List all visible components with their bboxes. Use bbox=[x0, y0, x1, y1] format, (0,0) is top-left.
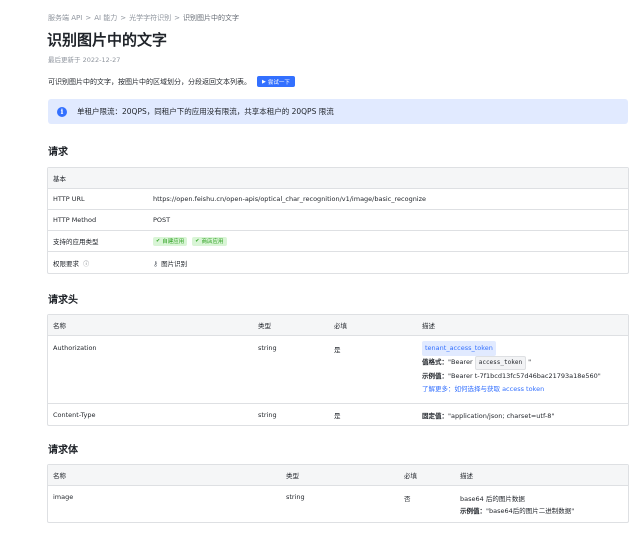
access-token-link[interactable]: 如何选择与获取 access token bbox=[455, 385, 545, 393]
breadcrumb-item[interactable]: 服务端 API bbox=[48, 14, 82, 22]
row-label: HTTP URL bbox=[53, 195, 85, 203]
help-icon[interactable]: ⓘ bbox=[83, 261, 89, 268]
header-description: tenant_access_token 值格式："Bearer access_t… bbox=[417, 336, 601, 403]
header-required: 是 bbox=[334, 411, 341, 420]
header-type: string bbox=[258, 410, 277, 419]
table-row: 权限要求 ⓘ ⚷ 图片识别 bbox=[48, 252, 628, 273]
column-header: 名称 bbox=[53, 472, 66, 480]
format-code: access_token bbox=[474, 355, 527, 370]
column-header: 必填 bbox=[404, 472, 417, 480]
header-type: string bbox=[258, 344, 277, 352]
format-prefix: "Bearer bbox=[448, 357, 473, 366]
request-basic-table: 基本 HTTP URL https://open.feishu.cn/open-… bbox=[47, 167, 629, 274]
format-suffix: " bbox=[528, 357, 532, 366]
header-description: 固定值："application/json; charset=utf-8" bbox=[417, 410, 554, 420]
table-row: Content-Type string 是 固定值："application/j… bbox=[48, 404, 628, 425]
table-header-row: 基本 bbox=[48, 168, 628, 189]
page-title: 识别图片中的文字 bbox=[47, 31, 168, 49]
column-header: 类型 bbox=[258, 322, 271, 330]
header-required: 是 bbox=[334, 346, 341, 354]
breadcrumb-separator: > bbox=[174, 14, 181, 22]
field-type: string bbox=[286, 493, 305, 501]
try-it-button[interactable]: ▶ 尝试一下 bbox=[257, 76, 295, 87]
breadcrumb-separator: > bbox=[85, 14, 92, 22]
badge-label: 自建应用 bbox=[162, 239, 185, 246]
column-header: 描述 bbox=[460, 472, 473, 480]
app-type-badge: ✔ 商店应用 bbox=[192, 236, 227, 246]
badge-label: 商店应用 bbox=[201, 239, 224, 246]
field-name: image bbox=[53, 493, 74, 501]
http-method-value: POST bbox=[153, 216, 171, 224]
column-header: 名称 bbox=[53, 322, 66, 330]
http-url-value: https://open.feishu.cn/open-apis/optical… bbox=[153, 195, 427, 203]
table-row: image string 否 base64 后的图片数据 示例值："base64… bbox=[48, 486, 628, 522]
table-row: HTTP Method POST bbox=[48, 210, 628, 231]
breadcrumb-item[interactable]: 光学字符识别 bbox=[129, 14, 171, 22]
fixed-label: 固定值： bbox=[422, 411, 448, 420]
play-icon: ▶ bbox=[262, 78, 266, 85]
app-type-badge: ✔ 自建应用 bbox=[153, 236, 188, 246]
column-header: 必填 bbox=[334, 322, 347, 330]
example-label: 示例值： bbox=[460, 507, 486, 515]
example-value: "base64后的图片二进制数据" bbox=[486, 507, 575, 515]
last-updated: 最后更新于 2022-12-27 bbox=[48, 56, 121, 64]
example-label: 示例值： bbox=[422, 372, 448, 380]
token-type-tag: tenant_access_token bbox=[422, 341, 496, 356]
breadcrumb-separator: > bbox=[120, 14, 127, 22]
row-label: 权限要求 ⓘ bbox=[48, 258, 148, 268]
header-name: Content-Type bbox=[53, 410, 96, 419]
row-label: 支持的应用类型 bbox=[53, 238, 99, 246]
check-icon: ✔ bbox=[156, 238, 161, 245]
section-heading-headers: 请求头 bbox=[48, 295, 78, 306]
table-header-row: 名称 类型 必填 描述 bbox=[48, 465, 628, 486]
example-value: "Bearer t-7f1bcd13fc57d46bac21793a18e560… bbox=[448, 372, 601, 380]
section-heading-body: 请求体 bbox=[48, 445, 78, 456]
permission-name: 图片识别 bbox=[161, 259, 188, 268]
app-type-badges: ✔ 自建应用 ✔ 商店应用 bbox=[148, 236, 230, 246]
field-desc-text: base64 后的图片数据 bbox=[460, 495, 525, 503]
try-it-label: 尝试一下 bbox=[267, 79, 290, 86]
field-required: 否 bbox=[404, 495, 411, 503]
basic-label: 基本 bbox=[53, 175, 66, 183]
permission-label: 权限要求 bbox=[53, 259, 79, 268]
request-header-table: 名称 类型 必填 描述 Authorization string 是 tenan… bbox=[47, 314, 629, 426]
rate-limit-notice: i 单租户限流：20QPS，同租户下的应用没有限流，共享本租户的 20QPS 限… bbox=[48, 99, 628, 124]
column-header: 描述 bbox=[422, 322, 435, 330]
header-name: Authorization bbox=[53, 344, 97, 352]
check-icon: ✔ bbox=[195, 238, 200, 245]
table-row: 支持的应用类型 ✔ 自建应用 ✔ 商店应用 bbox=[48, 231, 628, 252]
breadcrumb-item[interactable]: AI 能力 bbox=[94, 14, 117, 22]
column-header: 类型 bbox=[286, 472, 299, 480]
breadcrumb: 服务端 API > AI 能力 > 光学字符识别 > 识别图片中的文字 bbox=[48, 13, 239, 23]
section-heading-request: 请求 bbox=[48, 147, 68, 158]
row-label: HTTP Method bbox=[53, 216, 97, 224]
rate-limit-text: 单租户限流：20QPS，同租户下的应用没有限流，共享本租户的 20QPS 限流 bbox=[77, 107, 334, 116]
format-label: 值格式： bbox=[422, 357, 448, 366]
table-header-row: 名称 类型 必填 描述 bbox=[48, 315, 628, 336]
more-label: 了解更多： bbox=[422, 384, 455, 393]
key-icon: ⚷ bbox=[153, 259, 159, 268]
breadcrumb-current: 识别图片中的文字 bbox=[183, 14, 240, 22]
page-description: 可识别图片中的文字，按图片中的区域划分，分段返回文本列表。 ▶ 尝试一下 bbox=[48, 76, 295, 87]
table-row: Authorization string 是 tenant_access_tok… bbox=[48, 336, 628, 404]
field-description: base64 后的图片数据 示例值："base64后的图片二进制数据" bbox=[455, 486, 574, 522]
info-icon: i bbox=[57, 106, 67, 117]
permission-value[interactable]: ⚷ 图片识别 bbox=[148, 258, 187, 268]
request-body-table: 名称 类型 必填 描述 image string 否 base64 后的图片数据… bbox=[47, 464, 629, 523]
table-row: HTTP URL https://open.feishu.cn/open-api… bbox=[48, 189, 628, 210]
description-text: 可识别图片中的文字，按图片中的区域划分，分段返回文本列表。 bbox=[48, 77, 251, 86]
fixed-value: "application/json; charset=utf-8" bbox=[448, 411, 555, 420]
